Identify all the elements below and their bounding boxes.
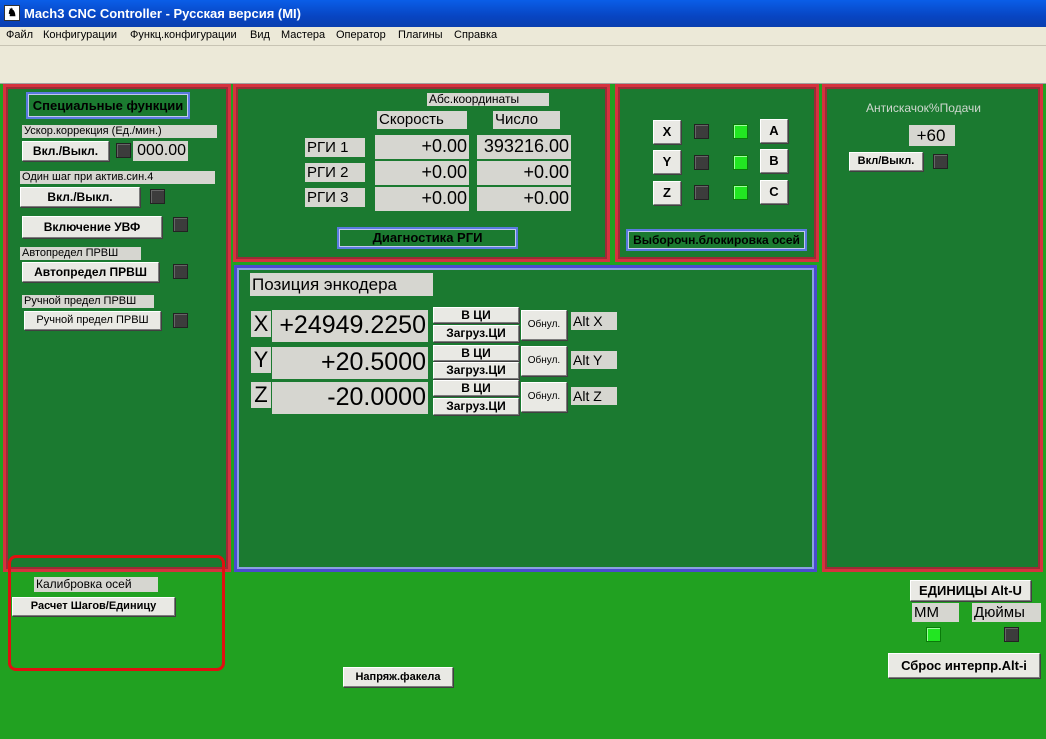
axis-b-button[interactable]: B <box>760 149 788 173</box>
count-header: Число <box>493 111 560 129</box>
encoder-z-to-dro-button[interactable]: В ЦИ <box>433 380 519 396</box>
title-bar: ♞ Mach3 CNC Controller - Русская версия … <box>0 0 1046 27</box>
encoder-y-load-dro-button[interactable]: Загруз.ЦИ <box>433 362 519 379</box>
axis-a-button[interactable]: A <box>760 119 788 143</box>
axis-y-button[interactable]: Y <box>653 150 681 174</box>
axis-x-led <box>694 124 709 139</box>
tab-strip-area <box>0 46 1046 84</box>
axis-a-led <box>733 124 748 139</box>
accel-toggle-button[interactable]: Вкл./Выкл. <box>22 141 109 161</box>
rgi-2-label: РГИ 2 <box>305 163 365 182</box>
reset-interpreter-button[interactable]: Сброс интерпр.Alt-i <box>888 653 1040 678</box>
axis-z-button[interactable]: Z <box>653 181 681 205</box>
special-functions-title[interactable]: Специальные функции <box>26 92 190 119</box>
single-step-label: Один шаг при актив.син.4 <box>20 171 215 184</box>
auto-prvsh-button[interactable]: Автопредел ПРВШ <box>22 262 159 282</box>
encoder-z-value[interactable]: -20.0000 <box>272 382 428 414</box>
speed-header: Скорость <box>377 111 467 129</box>
rgi-diagnostics-button[interactable]: Диагностика РГИ <box>337 227 518 249</box>
units-mm-label: ММ <box>912 603 959 622</box>
accel-value[interactable]: 000.00 <box>133 141 188 161</box>
anti-backlash-value[interactable]: +60 <box>909 125 955 146</box>
anti-backlash-led <box>933 154 948 169</box>
auto-prvsh-label: Автопредел ПРВШ <box>20 247 141 260</box>
auto-prvsh-led <box>173 264 188 279</box>
encoder-y-hotkey: Alt Y <box>571 351 617 369</box>
uvf-led <box>173 217 188 232</box>
menu-operator[interactable]: Оператор <box>336 29 386 41</box>
menu-help[interactable]: Справка <box>454 29 497 41</box>
encoder-title: Позиция энкодера <box>250 273 433 296</box>
rgi-3-count[interactable]: +0.00 <box>477 187 571 211</box>
encoder-x-hotkey: Alt X <box>571 312 617 330</box>
units-button[interactable]: ЕДИНИЦЫ Alt-U <box>910 580 1031 601</box>
rgi-2-count[interactable]: +0.00 <box>477 161 571 185</box>
encoder-y-zero-button[interactable]: Обнул. <box>521 346 567 376</box>
menu-func-config[interactable]: Функц.конфигурации <box>130 29 237 41</box>
menu-config[interactable]: Конфигурации <box>43 29 117 41</box>
highlight-box <box>8 555 225 671</box>
manual-prvsh-button[interactable]: Ручной предел ПРВШ <box>24 311 161 330</box>
anti-backlash-label: Антискачок%Подачи <box>866 101 982 115</box>
axis-lock-title-button[interactable]: Выборочн.блокировка осей <box>626 229 807 251</box>
rgi-1-count[interactable]: 393216.00 <box>477 135 571 159</box>
axis-c-led <box>733 185 748 200</box>
single-step-led <box>150 189 165 204</box>
encoder-z-letter: Z <box>251 382 271 408</box>
encoder-x-zero-button[interactable]: Обнул. <box>521 310 567 340</box>
units-mm-led <box>926 627 941 642</box>
accel-led <box>116 143 131 158</box>
anti-backlash-toggle-button[interactable]: Вкл/Выкл. <box>849 152 923 171</box>
axis-c-button[interactable]: C <box>760 180 788 204</box>
uvf-button[interactable]: Включение УВФ <box>22 216 162 238</box>
manual-prvsh-led <box>173 313 188 328</box>
encoder-x-letter: X <box>251 311 271 337</box>
rgi-1-speed[interactable]: +0.00 <box>375 135 469 159</box>
menu-file[interactable]: Файл <box>6 29 33 41</box>
axis-x-button[interactable]: X <box>653 120 681 144</box>
menu-wizards[interactable]: Мастера <box>281 29 325 41</box>
menu-bar: Файл Конфигурации Функц.конфигурации Вид… <box>0 27 1046 46</box>
units-inch-led <box>1004 627 1019 642</box>
menu-view[interactable]: Вид <box>250 29 270 41</box>
axis-y-led <box>694 155 709 170</box>
axis-z-led <box>694 185 709 200</box>
rgi-1-label: РГИ 1 <box>305 138 365 157</box>
encoder-y-value[interactable]: +20.5000 <box>272 347 428 379</box>
manual-prvsh-label: Ручной предел ПРВШ <box>22 295 154 308</box>
encoder-x-to-dro-button[interactable]: В ЦИ <box>433 307 519 323</box>
encoder-x-value[interactable]: +24949.2250 <box>272 310 428 342</box>
mach3-app-icon[interactable]: ♞ <box>4 5 20 21</box>
menu-plugins[interactable]: Плагины <box>398 29 443 41</box>
encoder-z-hotkey: Alt Z <box>571 387 617 405</box>
encoder-y-letter: Y <box>251 347 271 373</box>
accel-label: Ускор.коррекция (Ед./мин.) <box>22 125 217 138</box>
single-step-toggle-button[interactable]: Вкл./Выкл. <box>20 187 140 207</box>
torch-voltage-button[interactable]: Напряж.факела <box>343 667 453 687</box>
encoder-y-to-dro-button[interactable]: В ЦИ <box>433 345 519 361</box>
encoder-z-zero-button[interactable]: Обнул. <box>521 382 567 412</box>
encoder-x-load-dro-button[interactable]: Загруз.ЦИ <box>433 325 519 342</box>
rgi-2-speed[interactable]: +0.00 <box>375 161 469 185</box>
encoder-z-load-dro-button[interactable]: Загруз.ЦИ <box>433 398 519 415</box>
units-inch-label: Дюймы <box>972 603 1041 622</box>
rgi-3-speed[interactable]: +0.00 <box>375 187 469 211</box>
abs-coords-label: Абс.координаты <box>427 93 549 106</box>
window-title: Mach3 CNC Controller - Русская версия (M… <box>24 6 301 21</box>
axis-b-led <box>733 155 748 170</box>
rgi-3-label: РГИ 3 <box>305 188 365 207</box>
